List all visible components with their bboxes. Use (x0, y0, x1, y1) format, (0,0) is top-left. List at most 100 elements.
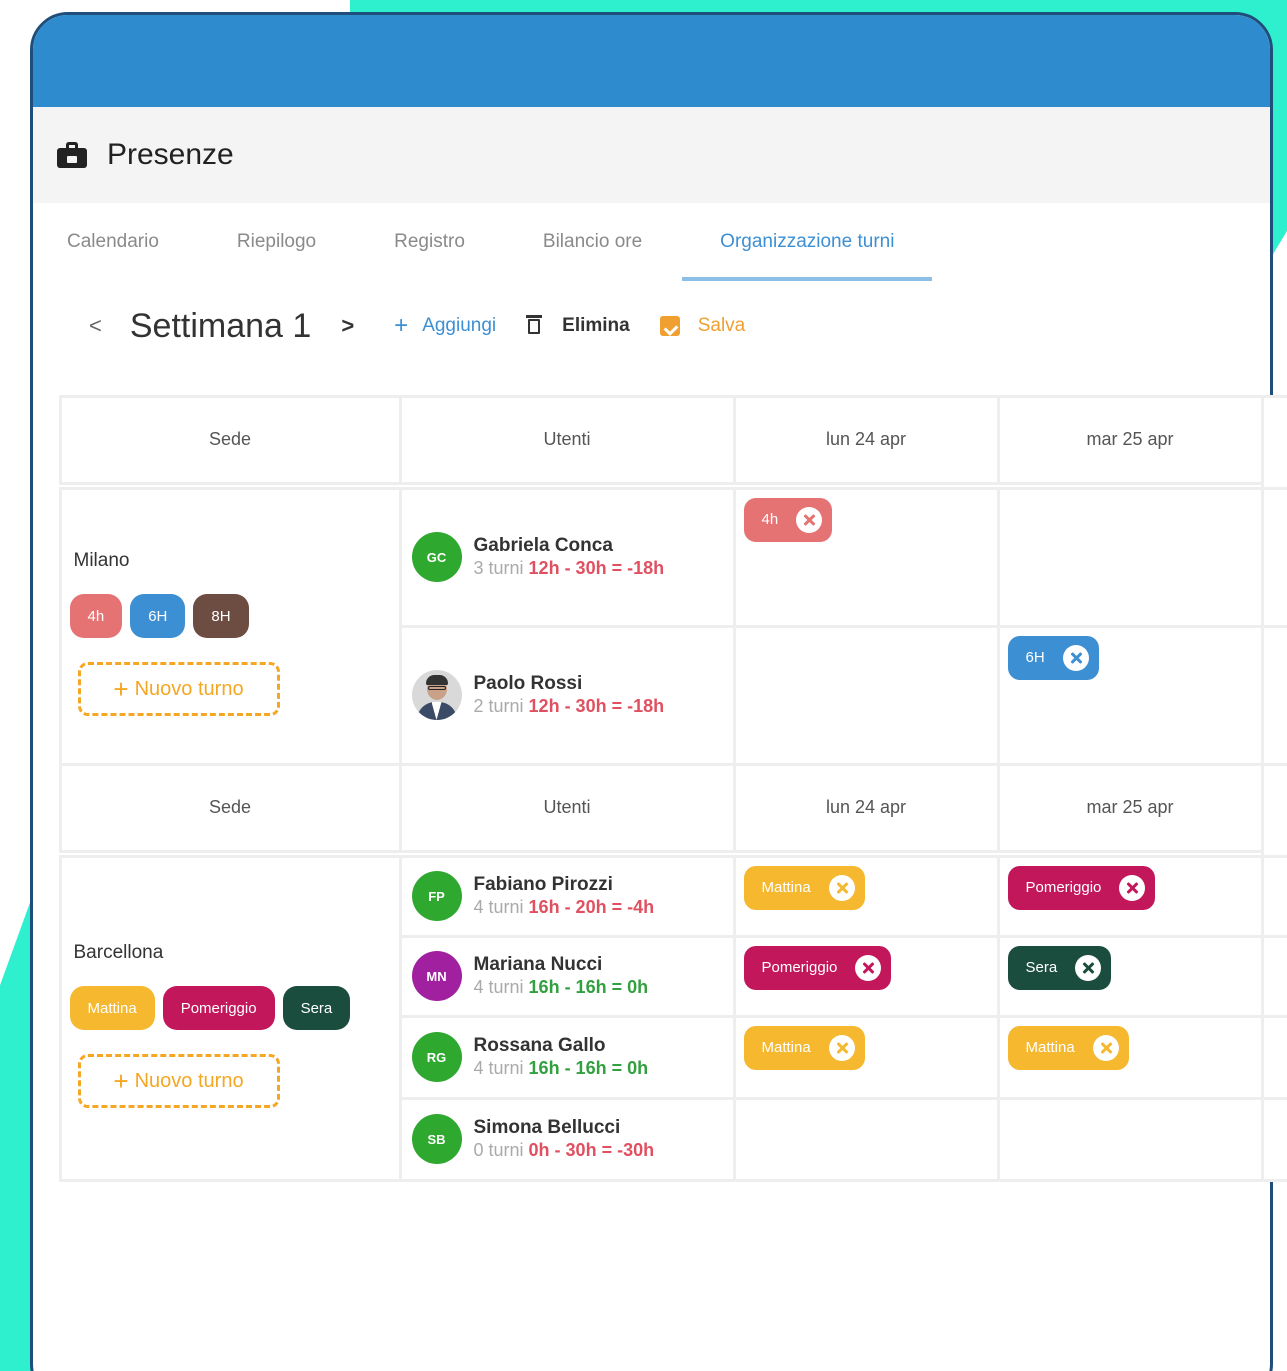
tab-registro[interactable]: Registro (394, 231, 503, 275)
shift-type-chip[interactable]: Pomeriggio (162, 986, 275, 1030)
new-shift-button[interactable]: + Nuovo turno (77, 1054, 280, 1108)
overflow-cell (1260, 486, 1287, 628)
user-name: Gabriela Conca (473, 535, 613, 556)
day-cell[interactable]: Mattina (732, 1014, 1000, 1100)
avatar[interactable] (411, 670, 462, 720)
save-icon (659, 316, 680, 336)
day-cell[interactable] (732, 1096, 1000, 1182)
user-stats: 3 turni 12h - 30h = -18h (474, 557, 665, 579)
top-bar (33, 15, 1270, 107)
day-cell[interactable]: Pomeriggio (996, 854, 1264, 938)
shift-pill[interactable]: Sera (1007, 945, 1112, 990)
remove-shift-icon[interactable] (1092, 1034, 1119, 1061)
shift-pill[interactable]: 6H (1007, 635, 1099, 680)
delete-button[interactable]: Elimina (526, 314, 630, 337)
shift-pill[interactable]: Pomeriggio (743, 945, 892, 990)
delete-label: Elimina (562, 315, 630, 336)
tab-bilancio-ore[interactable]: Bilancio ore (543, 231, 680, 275)
shift-pill[interactable]: 4h (743, 497, 833, 542)
remove-shift-icon[interactable] (855, 954, 882, 981)
avatar[interactable]: FP (411, 871, 462, 921)
shift-label: 4h (761, 511, 779, 528)
shift-pill[interactable]: Pomeriggio (1007, 865, 1156, 910)
user-info: Fabiano Pirozzi 4 turni 16h - 20h = -4h (474, 874, 655, 918)
overflow-cell (1260, 934, 1287, 1018)
day-cell[interactable] (996, 1096, 1264, 1182)
user-stats: 4 turni 16h - 16h = 0h (474, 976, 649, 998)
user-cell: GC Gabriela Conca 3 turni 12h - 30h = -18h (398, 486, 736, 628)
section-1: Sede Utenti lun 24 apr mar 25 apr Barcellona… (58, 762, 1287, 1182)
section-0: Sede Utenti lun 24 apr mar 25 apr Milano 4h 6H… (58, 394, 1287, 766)
overflow-cell (1260, 1096, 1287, 1182)
add-button[interactable]: + Aggiungi (394, 312, 496, 340)
shift-label: Mattina (761, 879, 811, 896)
remove-shift-icon[interactable] (828, 1034, 855, 1061)
shift-label: Pomeriggio (1025, 879, 1102, 896)
shift-label: Pomeriggio (761, 959, 838, 976)
remove-shift-icon[interactable] (1062, 644, 1089, 671)
shift-type-chip[interactable]: 8H (193, 594, 249, 638)
day-cell[interactable]: Pomeriggio (732, 934, 1000, 1018)
tab-calendario[interactable]: Calendario (67, 231, 197, 275)
hours-balance: 12h - 30h = -18h (528, 696, 665, 716)
user-stats: 2 turni 12h - 30h = -18h (474, 695, 665, 717)
remove-shift-icon[interactable] (1075, 954, 1102, 981)
save-button[interactable]: Salva (659, 315, 745, 337)
day-cell[interactable]: Mattina (996, 1014, 1264, 1100)
user-cell: MN Mariana Nucci 4 turni 16h - 16h = 0h (398, 934, 736, 1018)
shift-grid: Sede Utenti lun 24 apr mar 25 apr Milano 4h 6H… (58, 394, 1287, 1182)
day-cell[interactable]: 6H (996, 624, 1264, 766)
trash-icon (526, 314, 543, 334)
next-week-button[interactable]: > (341, 313, 354, 339)
day-cell[interactable]: 4h (732, 486, 1000, 628)
prev-week-button[interactable]: < (89, 313, 102, 339)
user-info: Paolo Rossi 2 turni 12h - 30h = -18h (474, 673, 665, 717)
shift-type-chip[interactable]: 4h (69, 594, 123, 638)
day-cell[interactable] (996, 486, 1264, 628)
user-name: Simona Bellucci (473, 1117, 621, 1138)
header-day-1: lun 24 apr (732, 394, 1000, 485)
shift-type-chip[interactable]: Sera (282, 986, 351, 1030)
header-overflow (1260, 762, 1287, 858)
shift-type-chip[interactable]: Mattina (69, 986, 155, 1030)
header-utenti: Utenti (398, 394, 736, 485)
overflow-cell (1260, 1014, 1287, 1100)
shift-count: 0 turni (473, 1140, 524, 1160)
shift-pill[interactable]: Mattina (743, 1025, 865, 1070)
shift-pill[interactable]: Mattina (743, 865, 865, 910)
avatar[interactable]: SB (411, 1114, 462, 1164)
shift-pill[interactable]: Mattina (1007, 1025, 1129, 1070)
avatar[interactable]: MN (411, 951, 462, 1001)
avatar[interactable]: GC (411, 532, 462, 582)
sede-name: Barcellona (73, 942, 164, 963)
avatar[interactable]: RG (411, 1032, 462, 1082)
shift-type-chip[interactable]: 6H (130, 594, 186, 638)
shift-type-chips: Mattina Pomeriggio Sera (69, 986, 399, 1030)
hours-balance: 0h - 30h = -30h (528, 1140, 655, 1160)
overflow-cell (1260, 624, 1287, 766)
shift-type-chips: 4h 6H 8H (69, 594, 399, 638)
header-day-2: mar 25 apr (996, 394, 1264, 485)
header-sede: Sede (58, 762, 402, 853)
user-stats: 4 turni 16h - 20h = -4h (474, 896, 655, 918)
user-cell: FP Fabiano Pirozzi 4 turni 16h - 20h = -4h (398, 854, 736, 938)
hours-balance: 16h - 20h = -4h (528, 897, 655, 917)
tab-riepilogo[interactable]: Riepilogo (237, 231, 354, 275)
tab-organizzazione-turni[interactable]: Organizzazione turni (682, 231, 933, 281)
shift-label: 6H (1025, 649, 1045, 666)
remove-shift-icon[interactable] (1119, 874, 1146, 901)
remove-shift-icon[interactable] (796, 506, 823, 533)
day-cell[interactable]: Sera (996, 934, 1264, 1018)
new-shift-button[interactable]: + Nuovo turno (77, 662, 280, 716)
remove-shift-icon[interactable] (828, 874, 855, 901)
plus-icon: + (113, 673, 129, 704)
user-name: Paolo Rossi (473, 673, 583, 694)
day-cell[interactable] (732, 624, 1000, 766)
app-title: Presenze (107, 138, 234, 171)
user-name: Mariana Nucci (473, 954, 603, 975)
shift-count: 2 turni (473, 696, 524, 716)
day-cell[interactable]: Mattina (732, 854, 1000, 938)
user-info: Rossana Gallo 4 turni 16h - 16h = 0h (474, 1035, 649, 1079)
week-title: Settimana 1 (129, 306, 312, 345)
app-header: Presenze (33, 107, 1270, 203)
